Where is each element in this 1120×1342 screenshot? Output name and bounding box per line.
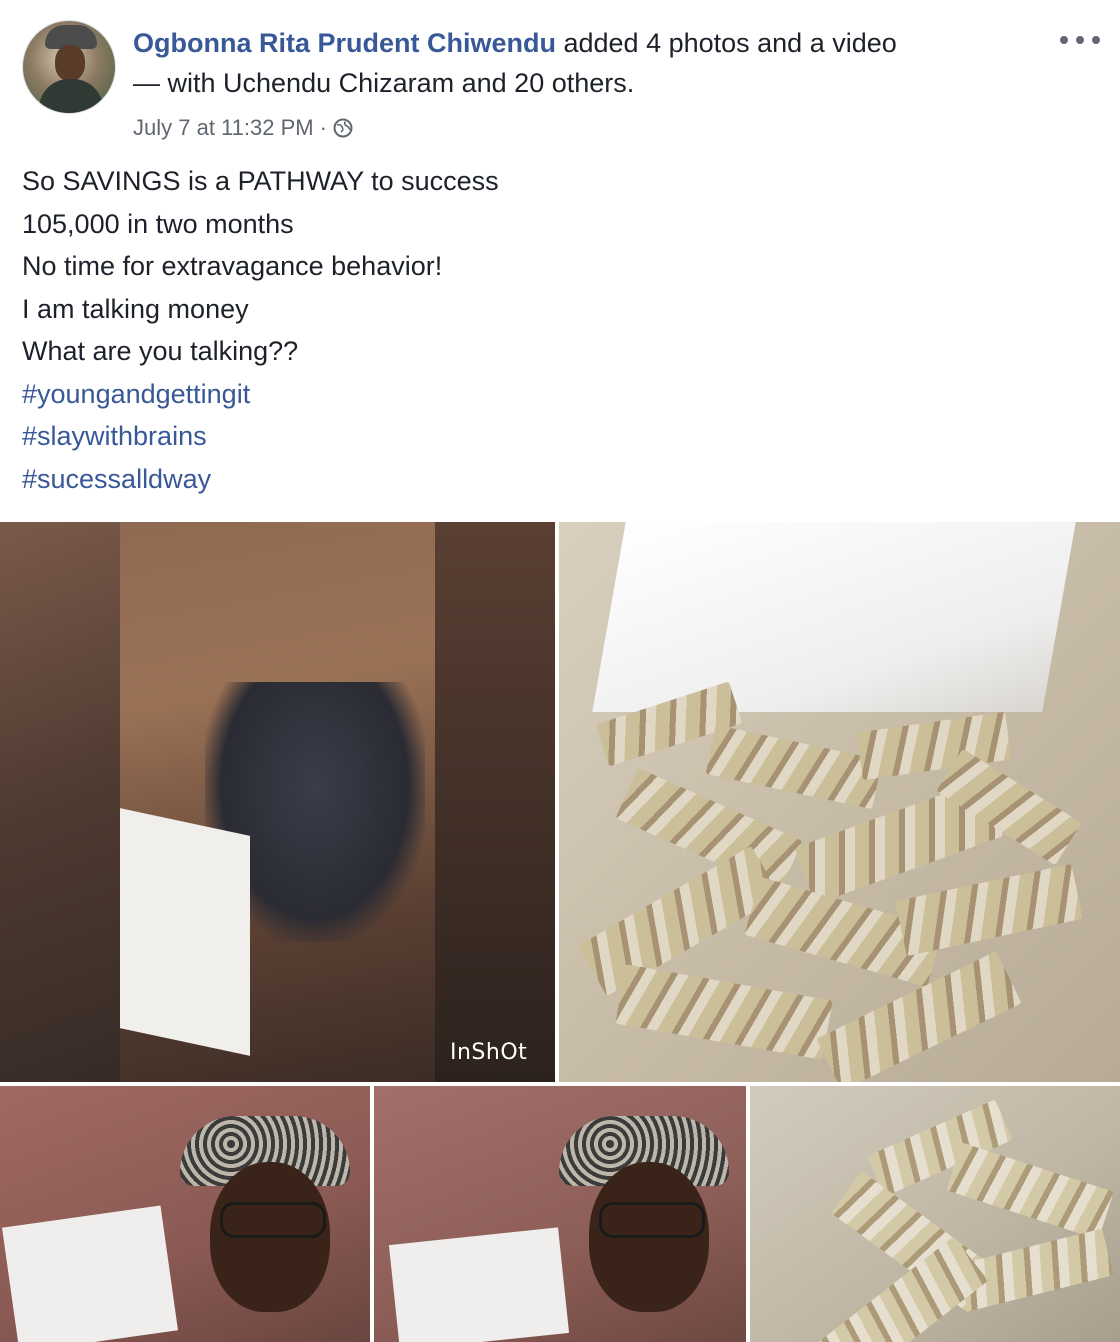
post-action-text: added 4 photos and a video (555, 28, 897, 58)
more-options-icon[interactable] (1060, 30, 1100, 50)
post-header: Ogbonna Rita Prudent Chiwendu added 4 ph… (0, 0, 1120, 150)
hashtag-link[interactable]: #sucessalldway (22, 458, 1102, 501)
post-line: No time for extravagance behavior! (22, 251, 443, 281)
globe-icon[interactable] (333, 118, 353, 138)
post-line: So SAVINGS is a PATHWAY to success (22, 166, 499, 196)
photo-box (592, 522, 1076, 712)
banknote-bundle (705, 724, 883, 810)
avatar-face (55, 45, 85, 81)
hashtag-link[interactable]: #slaywithbrains (22, 415, 1102, 458)
tagged-people-text[interactable]: — with Uchendu Chizaram and 20 others. (133, 66, 1033, 100)
inshot-watermark: InShOt (450, 1040, 528, 1065)
hashtag-link[interactable]: #youngandgettingit (22, 373, 1102, 416)
banknote-bundle (946, 1142, 1114, 1240)
post-timestamp-link[interactable]: July 7 at 11:32 PM (133, 114, 314, 142)
photo-grid: InShOt (0, 522, 1120, 1342)
banknote-bundle (895, 863, 1083, 957)
post-headline: Ogbonna Rita Prudent Chiwendu added 4 ph… (133, 26, 1033, 60)
author-avatar[interactable] (22, 20, 116, 114)
photo-selfie-1[interactable] (0, 1086, 370, 1342)
photo-selfie-2[interactable] (374, 1086, 746, 1342)
author-name-link[interactable]: Ogbonna Rita Prudent Chiwendu (133, 28, 556, 58)
avatar-shirt (39, 79, 103, 113)
post-line: 105,000 in two months (22, 208, 294, 239)
post-line: I am talking money (22, 293, 249, 324)
photo-person (180, 1116, 350, 1326)
post-meta: July 7 at 11:32 PM · (133, 114, 353, 142)
meta-separator: · (319, 115, 327, 140)
video-edge (435, 522, 555, 1082)
video-thumbnail[interactable]: InShOt (0, 522, 555, 1082)
photo-money-closeup[interactable] (750, 1086, 1120, 1342)
post-line: What are you talking?? (22, 336, 299, 366)
photo-person (559, 1116, 729, 1326)
post-body: So SAVINGS is a PATHWAY to success 105,0… (22, 160, 1102, 500)
banknote-bundle (615, 964, 833, 1060)
photo-money-pile[interactable] (559, 522, 1120, 1082)
video-box (120, 808, 250, 1056)
photo-box (388, 1227, 570, 1342)
photo-box (2, 1205, 178, 1342)
